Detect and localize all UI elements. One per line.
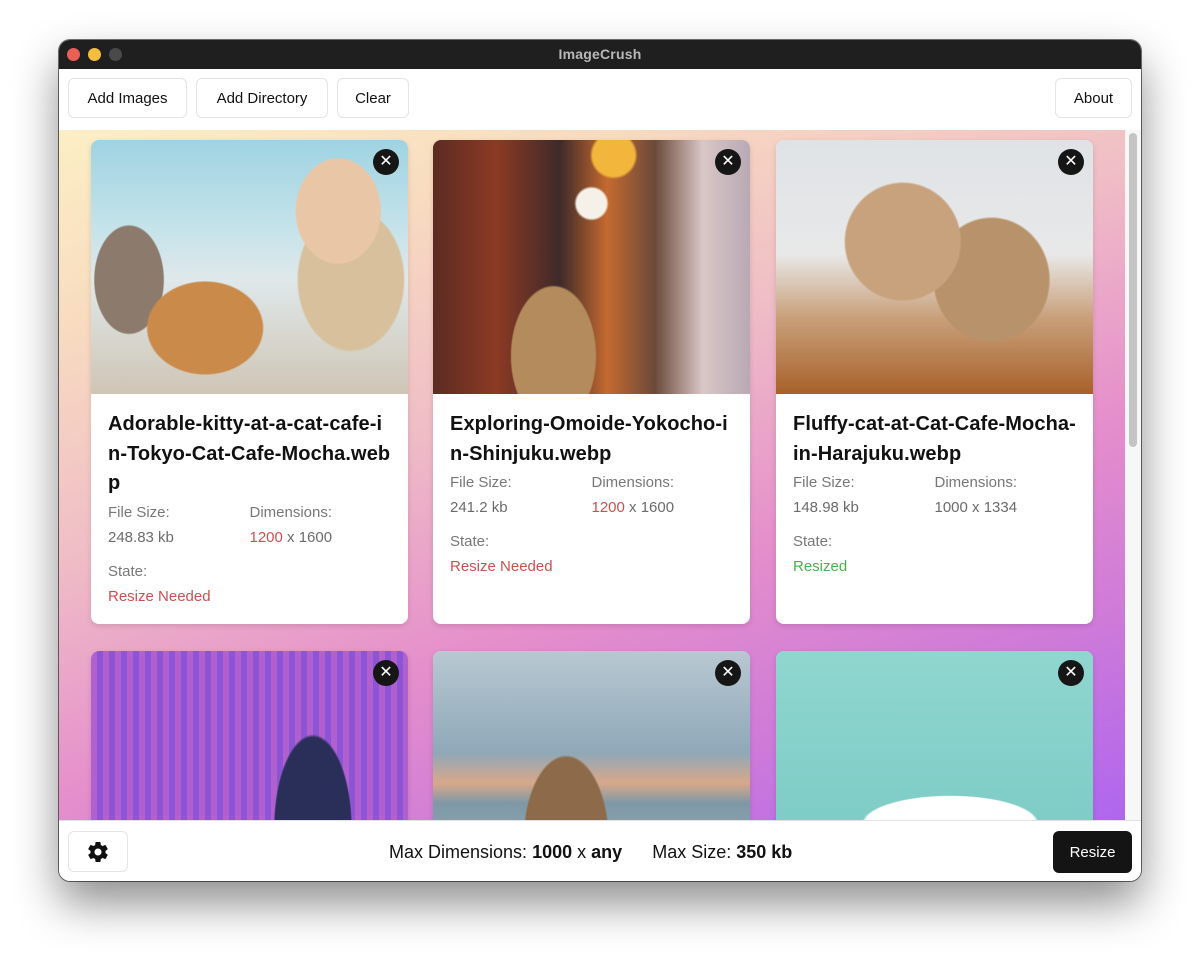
close-icon: ✕ (379, 664, 393, 681)
max-dimensions-label: Max Dimensions: (389, 842, 528, 862)
max-size-label: Max Size: (652, 842, 732, 862)
image-thumbnail (91, 651, 408, 820)
image-thumbnail (433, 140, 750, 394)
close-icon: ✕ (721, 664, 735, 681)
resize-button[interactable]: Resize (1053, 831, 1132, 873)
close-icon: ✕ (1064, 664, 1078, 681)
image-card: ✕ Adorable-kitty-at-a-cat-cafe-in-Tokyo-… (91, 140, 408, 624)
state-label: State: (793, 533, 833, 550)
state-label: State: (108, 562, 148, 580)
state-value: Resize Needed (450, 558, 553, 575)
image-grid: ✕ Adorable-kitty-at-a-cat-cafe-in-Tokyo-… (59, 130, 1125, 820)
close-icon: ✕ (379, 153, 393, 170)
file-size-value: 241.2 kb (450, 499, 508, 516)
remove-image-button[interactable]: ✕ (1058, 660, 1084, 686)
remove-image-button[interactable]: ✕ (715, 149, 741, 175)
max-width-value: 1000 (532, 842, 573, 862)
remove-image-button[interactable]: ✕ (373, 660, 399, 686)
add-directory-button[interactable]: Add Directory (196, 78, 328, 118)
width-value: 1000 (934, 499, 968, 516)
image-thumbnail (91, 140, 408, 394)
title-bar: ImageCrush (59, 40, 1141, 69)
app-window: ImageCrush Add Images Add Directory Clea… (59, 40, 1141, 881)
scrollbar[interactable] (1125, 130, 1141, 820)
file-size-label: File Size: (108, 503, 170, 521)
dim-separator: x (629, 499, 637, 516)
image-card: ✕ Fluffy-cat-at-Cat-Cafe-Mocha-in-Haraju… (776, 140, 1093, 624)
dimensions-label: Dimensions: (934, 474, 1018, 491)
image-thumbnail (433, 651, 750, 820)
image-card: ✕ (91, 651, 408, 820)
footer-bar: Max Dimensions: 1000 x any Max Size: 350… (59, 820, 1141, 881)
max-size-value: 350 kb (736, 842, 793, 862)
remove-image-button[interactable]: ✕ (373, 149, 399, 175)
width-value: 1200 (249, 528, 283, 546)
remove-image-button[interactable]: ✕ (715, 660, 741, 686)
about-button[interactable]: About (1055, 78, 1132, 118)
clear-button[interactable]: Clear (337, 78, 409, 118)
image-thumbnail (776, 651, 1093, 820)
toolbar: Add Images Add Directory Clear About (59, 69, 1141, 131)
settings-button[interactable] (68, 831, 128, 872)
dimensions-label: Dimensions: (249, 503, 333, 521)
dimensions-value: 1200 x 1600 (250, 525, 392, 550)
dimensions-value: 1000 x 1334 (935, 495, 1077, 520)
height-value: 1334 (983, 499, 1018, 516)
remove-image-button[interactable]: ✕ (1058, 149, 1084, 175)
close-icon: ✕ (721, 153, 735, 170)
state-value: Resized (793, 558, 848, 575)
image-card: ✕ Exploring-Omoide-Yokocho-in-Shinjuku.w… (433, 140, 750, 624)
scrollbar-thumb[interactable] (1129, 133, 1137, 447)
width-value: 1200 (591, 499, 625, 516)
resize-settings-summary: Max Dimensions: 1000 x any Max Size: 350… (389, 842, 792, 863)
file-name: Fluffy-cat-at-Cat-Cafe-Mocha-in-Harajuku… (793, 413, 1076, 465)
image-thumbnail (776, 140, 1093, 394)
state-label: State: (450, 533, 490, 550)
window-title: ImageCrush (558, 46, 642, 62)
height-value: 1600 (298, 528, 333, 546)
add-images-button[interactable]: Add Images (68, 78, 187, 118)
file-name: Adorable-kitty-at-a-cat-cafe-in-Tokyo-Ca… (108, 413, 391, 494)
file-size-label: File Size: (450, 474, 512, 491)
max-height-value: any (591, 842, 623, 862)
image-card: ✕ (776, 651, 1093, 820)
height-value: 1600 (640, 499, 675, 516)
dim-separator: x (577, 842, 587, 862)
dim-separator: x (972, 499, 980, 516)
dim-separator: x (287, 528, 295, 546)
file-size-value: 248.83 kb (108, 528, 174, 546)
state-value: Resize Needed (108, 587, 211, 605)
file-size-label: File Size: (793, 474, 855, 491)
dimensions-value: 1200 x 1600 (592, 495, 734, 520)
gear-icon (88, 841, 108, 862)
close-icon: ✕ (1064, 153, 1078, 170)
file-name: Exploring-Omoide-Yokocho-in-Shinjuku.web… (450, 413, 728, 465)
dimensions-label: Dimensions: (591, 474, 675, 491)
file-size-value: 148.98 kb (793, 499, 859, 516)
image-card: ✕ (433, 651, 750, 820)
